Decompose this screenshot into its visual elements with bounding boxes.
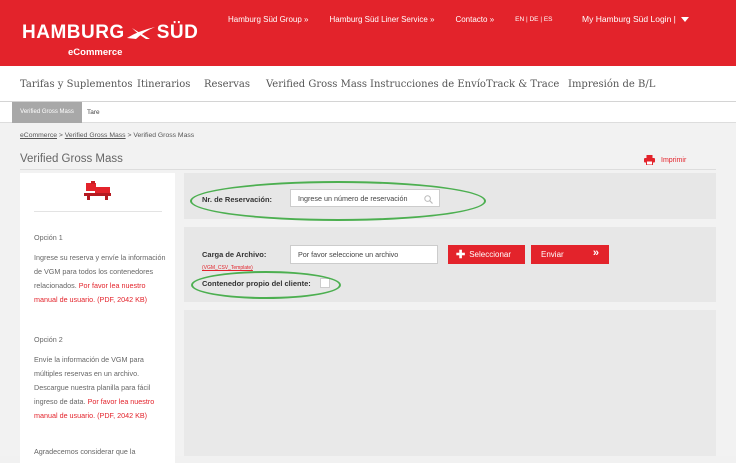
hamburg-sud-logo[interactable]: HAMBURG SÜD eCommerce xyxy=(22,22,199,58)
option2-title: Opción 2 xyxy=(34,335,63,344)
nav-verified-gross-mass[interactable]: Verified Gross Mass xyxy=(266,79,367,90)
highlight-oval-own-container xyxy=(191,271,341,299)
nav-itinerarios[interactable]: Itinerarios xyxy=(137,79,190,90)
breadcrumb-ecommerce[interactable]: eCommerce xyxy=(20,132,57,139)
print-button[interactable]: Imprimir xyxy=(644,155,686,165)
info-sidebar: Opción 1 Ingrese su reserva y envíe la i… xyxy=(20,173,175,463)
link-contacto[interactable]: Contacto » xyxy=(455,15,494,24)
nav-impresion-bl[interactable]: Impresión de B/L xyxy=(568,79,655,90)
breadcrumb-separator: > xyxy=(57,132,65,139)
tab-verified-gross-mass[interactable]: Verified Gross Mass xyxy=(12,102,82,123)
login-menu[interactable]: My Hamburg Süd Login | xyxy=(582,14,690,24)
select-file-button[interactable]: ✚ Seleccionar xyxy=(448,245,525,264)
select-label: Seleccionar xyxy=(469,250,512,259)
page-title: Verified Gross Mass xyxy=(20,153,123,165)
content-area: eCommerce > Verified Gross Mass > Verifi… xyxy=(0,123,736,463)
send-button[interactable]: Enviar » xyxy=(531,245,609,264)
nav-reservas[interactable]: Reservas xyxy=(204,79,250,90)
nav-track-trace[interactable]: Track & Trace xyxy=(486,79,559,90)
sub-navigation: Verified Gross Mass Tare xyxy=(0,102,736,123)
nav-tarifas[interactable]: Tarifas y Suplementos xyxy=(20,79,132,90)
logo-swoosh-icon xyxy=(126,27,155,39)
logo-subtitle: eCommerce xyxy=(68,47,123,58)
option1-title: Opción 1 xyxy=(34,233,63,242)
login-label: My Hamburg Süd Login | xyxy=(582,14,676,24)
title-divider xyxy=(20,169,716,170)
breadcrumb-current: > Verified Gross Mass xyxy=(125,132,195,139)
top-header-bar: HAMBURG SÜD eCommerce Hamburg Süd Group … xyxy=(0,0,736,66)
double-chevron-right-icon: » xyxy=(592,247,599,259)
plus-icon: ✚ xyxy=(456,249,466,261)
tab-tare[interactable]: Tare xyxy=(87,102,100,123)
vgm-template-link[interactable]: (VGM_CSV_Template) xyxy=(202,265,253,271)
option1-description: Ingrese su reserva y envíe la informació… xyxy=(34,251,169,307)
logo-text-left: HAMBURG xyxy=(22,22,125,43)
printer-icon xyxy=(644,155,655,165)
breadcrumb: eCommerce > Verified Gross Mass > Verifi… xyxy=(20,132,194,139)
send-label: Enviar xyxy=(541,250,564,259)
main-navigation: Tarifas y Suplementos Itinerarios Reserv… xyxy=(0,66,736,102)
link-group[interactable]: Hamburg Süd Group » xyxy=(228,15,309,24)
top-links: Hamburg Süd Group » Hamburg Süd Liner Se… xyxy=(228,15,574,24)
file-placeholder: Por favor seleccione un archivo xyxy=(298,250,399,259)
print-label: Imprimir xyxy=(661,156,687,164)
logo-text-right: SÜD xyxy=(156,22,199,43)
option2-description: Envíe la información de VGM para múltipl… xyxy=(34,353,169,423)
empty-results-area xyxy=(184,310,716,456)
file-input[interactable]: Por favor seleccione un archivo xyxy=(290,245,438,264)
breadcrumb-vgm[interactable]: Verified Gross Mass xyxy=(65,132,126,139)
upload-label: Carga de Archivo: xyxy=(202,250,267,259)
highlight-oval-booking xyxy=(190,181,486,221)
sidebar-footer-text: Agradecemos considerar que la xyxy=(34,447,136,456)
scale-container-icon xyxy=(84,181,111,200)
link-liner-service[interactable]: Hamburg Süd Liner Service » xyxy=(330,15,435,24)
nav-instrucciones[interactable]: Instrucciones de Envío xyxy=(370,79,486,90)
language-switcher[interactable]: EN | DE | ES xyxy=(515,16,552,24)
sidebar-divider xyxy=(34,211,162,212)
chevron-down-icon xyxy=(681,17,690,23)
